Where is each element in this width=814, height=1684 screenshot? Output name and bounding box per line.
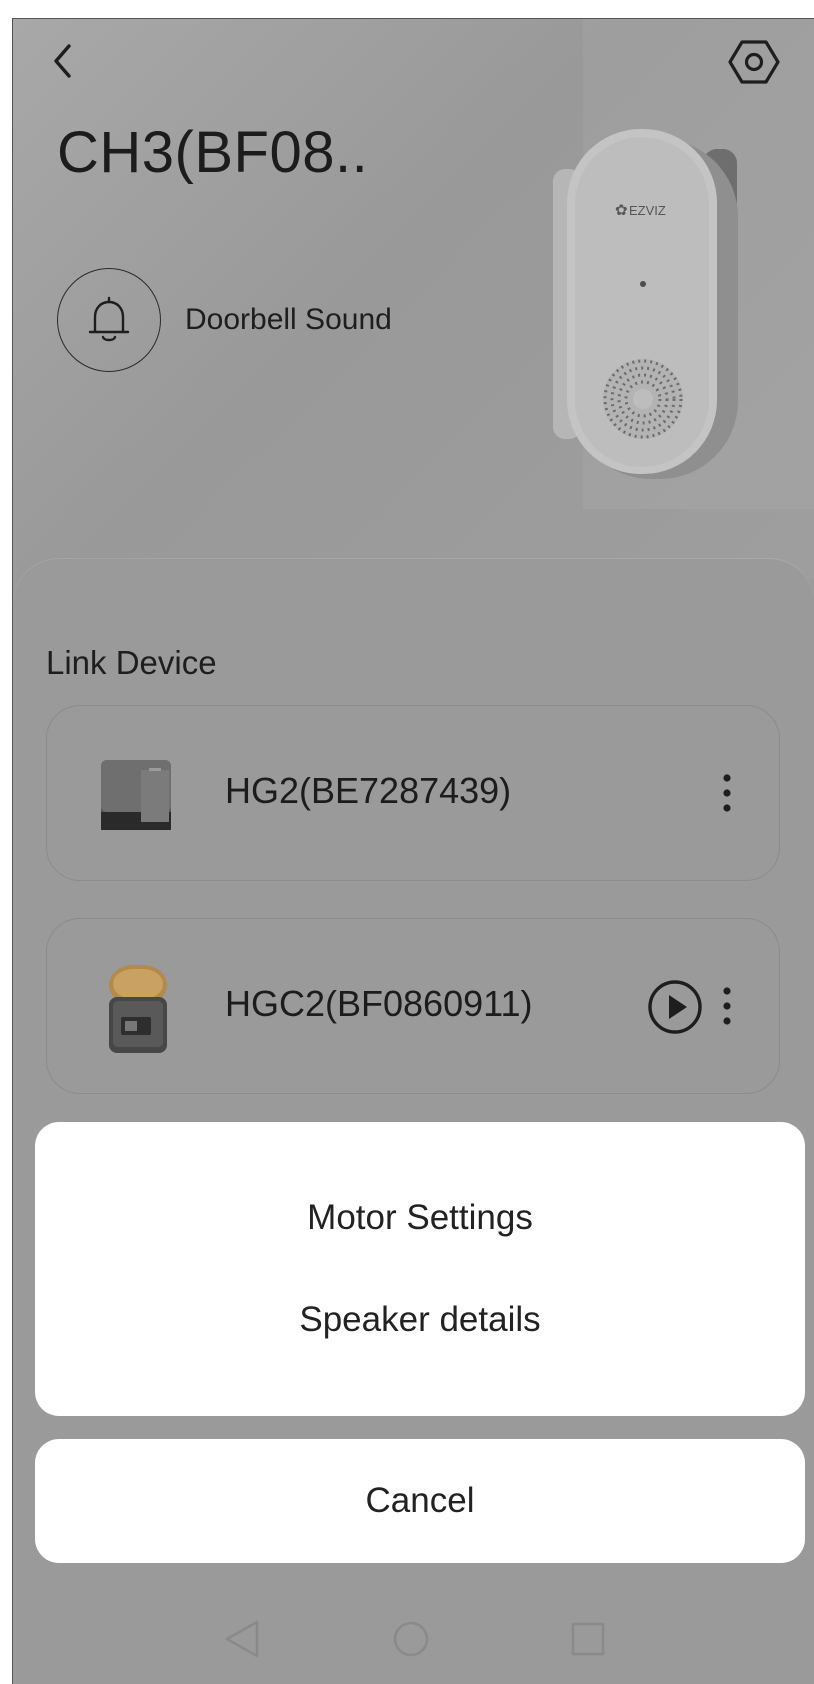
back-button[interactable] bbox=[45, 41, 81, 81]
play-circle-icon bbox=[648, 980, 702, 1034]
action-sheet: Motor Settings Speaker details bbox=[35, 1122, 805, 1416]
linked-device-card[interactable]: HG2(BE7287439) bbox=[46, 705, 780, 881]
play-button[interactable] bbox=[645, 977, 705, 1037]
svg-text:EZVIZ: EZVIZ bbox=[629, 203, 666, 218]
linked-device-card[interactable]: HGC2(BF0860911) bbox=[46, 918, 780, 1094]
device-name: HGC2(BF0860911) bbox=[225, 983, 533, 1024]
more-vertical-icon bbox=[723, 987, 731, 1025]
square-recents-icon bbox=[571, 1622, 605, 1656]
device-name: HG2(BE7287439) bbox=[225, 770, 512, 811]
more-vertical-icon bbox=[723, 774, 731, 812]
circle-home-icon bbox=[393, 1621, 429, 1657]
bell-icon bbox=[88, 296, 130, 342]
triangle-back-icon bbox=[225, 1620, 259, 1658]
speaker-details-option[interactable]: Speaker details bbox=[35, 1300, 805, 1340]
chime-device-image: ✿ EZVIZ bbox=[553, 109, 783, 489]
doorbell-sound-row[interactable]: Doorbell Sound bbox=[57, 265, 392, 375]
nav-home-button[interactable] bbox=[391, 1619, 431, 1659]
link-device-title: Link Device bbox=[46, 644, 217, 681]
app-screen: CH3(BF08.. Doorbell Sound ✿ EZVIZ Link D… bbox=[12, 18, 814, 1684]
device-title: CH3(BF08.. bbox=[57, 120, 369, 185]
device-header: CH3(BF08.. Doorbell Sound ✿ EZVIZ bbox=[13, 19, 814, 579]
doorbell-sound-label: Doorbell Sound bbox=[185, 303, 392, 336]
chevron-left-icon bbox=[54, 44, 71, 78]
cancel-button[interactable]: Cancel bbox=[35, 1439, 805, 1563]
doorbell-sound-button[interactable] bbox=[57, 268, 161, 372]
more-options-button[interactable] bbox=[715, 981, 739, 1031]
system-nav-bar bbox=[13, 1619, 814, 1679]
nav-back-button[interactable] bbox=[223, 1619, 263, 1659]
nav-recents-button[interactable] bbox=[568, 1619, 608, 1659]
motor-settings-option[interactable]: Motor Settings bbox=[35, 1198, 805, 1238]
hg2-device-thumbnail bbox=[91, 750, 185, 844]
hgc2-device-thumbnail bbox=[91, 963, 185, 1057]
more-options-button[interactable] bbox=[715, 768, 739, 818]
ezviz-logo: ✿ bbox=[615, 202, 628, 219]
hexagon-settings-icon bbox=[728, 40, 780, 84]
settings-button[interactable] bbox=[727, 35, 781, 89]
